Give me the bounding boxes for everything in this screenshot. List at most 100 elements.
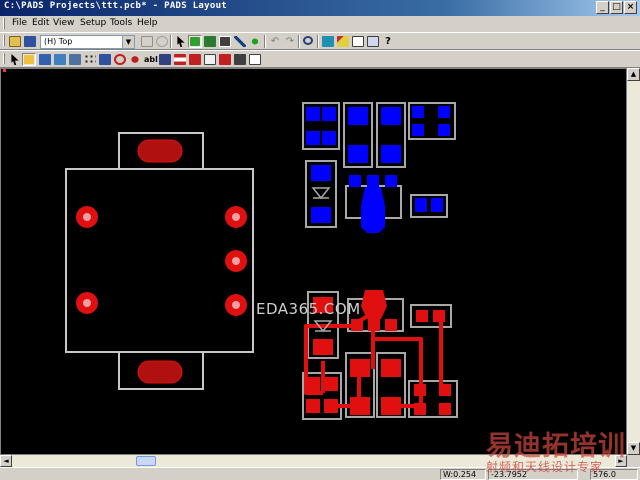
- connector-pins: [76, 206, 247, 316]
- title-bar: C:\PADS Projects\ttt.pcb* - PADS Layout …: [0, 0, 640, 16]
- menu-edit[interactable]: Edit: [32, 18, 49, 28]
- menu-grip: [3, 18, 5, 29]
- smd-pad: [350, 397, 370, 415]
- undo-icon[interactable]: ↶: [268, 35, 282, 48]
- toolbar-separator: [170, 35, 172, 48]
- smd-pad: [412, 124, 424, 136]
- design-rule-icon[interactable]: [248, 35, 262, 48]
- toolbar-grip: [3, 53, 5, 64]
- close-button[interactable]: ×: [624, 1, 637, 14]
- via-icon[interactable]: [128, 53, 142, 66]
- route-icon[interactable]: [218, 35, 232, 48]
- smd-pad: [311, 165, 331, 181]
- text-icon[interactable]: abl: [143, 53, 158, 66]
- route-editing-icon[interactable]: [98, 53, 112, 66]
- clear-icon[interactable]: [336, 35, 350, 48]
- redo-icon[interactable]: ↷: [283, 35, 297, 48]
- smd-pad: [324, 399, 338, 413]
- smd-pad: [385, 319, 397, 331]
- help-icon[interactable]: ?: [381, 35, 395, 48]
- verify-icon[interactable]: [321, 35, 335, 48]
- library-icon[interactable]: [233, 53, 247, 66]
- drafting-toolbar-icon[interactable]: [38, 53, 52, 66]
- menu-setup[interactable]: Setup: [80, 18, 106, 28]
- menu-bar: File Edit View Setup Tools Help: [0, 16, 640, 31]
- properties-icon[interactable]: [351, 35, 365, 48]
- diode-symbol: [311, 187, 331, 200]
- smd-pad: [322, 107, 336, 121]
- smd-pad: [348, 107, 368, 125]
- menu-file[interactable]: File: [12, 18, 27, 28]
- smd-pad: [348, 145, 368, 163]
- smd-pad: [414, 403, 426, 415]
- menu-help[interactable]: Help: [137, 18, 158, 28]
- cam-icon[interactable]: [218, 53, 232, 66]
- layer-select[interactable]: (H) Top ▼: [40, 35, 135, 49]
- vertical-scrollbar[interactable]: ▲ ▼: [627, 68, 640, 455]
- smd-pad: [381, 397, 401, 415]
- smd-pad: [313, 339, 333, 355]
- smd-pad: [350, 359, 370, 377]
- save-icon[interactable]: [23, 35, 37, 48]
- layer-select-value: (H) Top: [44, 37, 73, 46]
- select-arrow-icon[interactable]: [8, 53, 22, 66]
- smd-pad: [381, 107, 401, 125]
- bga-icon[interactable]: [83, 53, 97, 66]
- smd-pad: [349, 175, 361, 187]
- pin-drill: [83, 299, 91, 307]
- select-icon[interactable]: [174, 35, 188, 48]
- status-width: W:0.254: [440, 469, 486, 480]
- design-toolbar-icon[interactable]: [22, 53, 36, 66]
- ecotools-icon[interactable]: [68, 53, 82, 66]
- scroll-up-icon[interactable]: ▲: [627, 68, 640, 81]
- select-filter-icon[interactable]: [188, 35, 202, 48]
- scroll-thumb[interactable]: [136, 456, 156, 466]
- pcb-drawing: [3, 69, 458, 420]
- autodimension-icon[interactable]: [113, 53, 127, 66]
- upper-component-group: [302, 102, 456, 233]
- menu-view[interactable]: View: [53, 18, 74, 28]
- pad-icon[interactable]: [188, 53, 202, 66]
- regulator-tab-pad: [361, 187, 385, 233]
- sketch-icon[interactable]: [366, 35, 380, 48]
- report-icon[interactable]: [248, 53, 262, 66]
- pin-drill: [83, 213, 91, 221]
- toolbar-separator: [264, 35, 266, 48]
- stackup-icon[interactable]: [173, 53, 187, 66]
- pin-drill: [232, 301, 240, 309]
- scroll-left-icon[interactable]: ◄: [0, 455, 12, 467]
- plane-icon[interactable]: [203, 35, 217, 48]
- smd-pad: [415, 198, 427, 212]
- smd-pad: [433, 310, 445, 322]
- smd-pad: [306, 131, 320, 145]
- drc-icon[interactable]: [203, 53, 217, 66]
- minimize-button[interactable]: _: [596, 1, 609, 14]
- smd-pad: [385, 175, 397, 187]
- component-body-outline: [65, 168, 254, 353]
- smd-pad: [438, 124, 450, 136]
- smd-pad: [412, 106, 424, 118]
- smd-pad: [306, 377, 320, 391]
- smd-pad: [439, 403, 451, 415]
- regulator-tab-pad: [361, 290, 387, 319]
- smd-pad: [322, 131, 336, 145]
- open-icon[interactable]: [8, 35, 22, 48]
- menu-tools[interactable]: Tools: [110, 18, 132, 28]
- length-icon[interactable]: [158, 53, 172, 66]
- smd-pad: [311, 207, 331, 223]
- origin-marker: [3, 69, 6, 72]
- pcb-canvas[interactable]: EDA365.COM: [0, 68, 627, 455]
- standard-toolbar: (H) Top ▼ ↶ ↷ ?: [0, 32, 640, 50]
- scroll-down-icon[interactable]: ▼: [627, 442, 640, 455]
- zoom-icon[interactable]: [302, 35, 316, 48]
- maximize-button[interactable]: □: [610, 1, 623, 14]
- pin-drill: [232, 213, 240, 221]
- autoroute-icon[interactable]: [233, 35, 247, 48]
- refresh-icon[interactable]: [155, 35, 169, 48]
- toolbar-separator: [298, 35, 300, 48]
- smd-pad: [351, 319, 363, 331]
- chevron-down-icon[interactable]: ▼: [122, 36, 134, 48]
- dimensioning-icon[interactable]: [53, 53, 67, 66]
- component-icon[interactable]: [140, 35, 154, 48]
- smd-pad: [381, 359, 401, 377]
